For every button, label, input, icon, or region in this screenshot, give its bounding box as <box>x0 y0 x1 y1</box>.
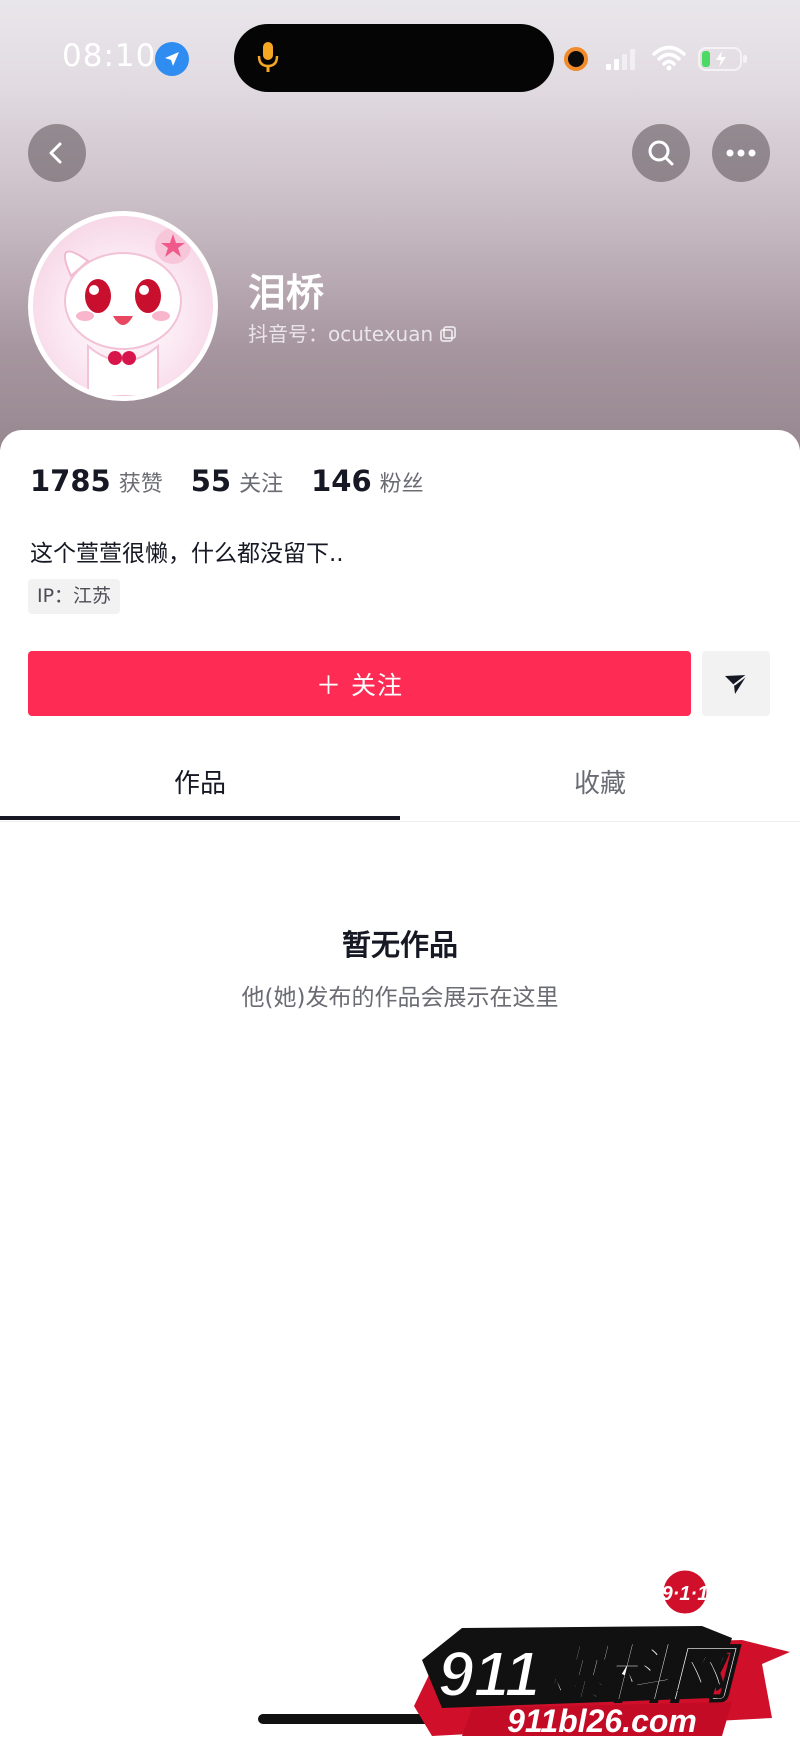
stat-likes[interactable]: 1785 获赞 <box>30 464 163 498</box>
profile-name: 泪桥 <box>248 271 325 315</box>
stat-following[interactable]: 55 关注 <box>191 464 283 498</box>
wifi-icon <box>652 44 686 72</box>
signal-icon <box>604 46 640 72</box>
tab-favorites[interactable]: 收藏 <box>400 752 800 822</box>
stat-likes-label: 获赞 <box>118 472 163 497</box>
profile-id-label: 抖音号： <box>248 322 328 346</box>
stat-followers-label: 粉丝 <box>379 472 424 497</box>
battery-icon <box>698 46 750 72</box>
more-dots-icon <box>726 149 756 157</box>
location-arrow-icon <box>155 42 189 76</box>
stat-likes-count: 1785 <box>30 464 111 498</box>
share-button[interactable] <box>702 651 770 716</box>
follow-button-label: ＋ 关注 <box>316 670 403 700</box>
status-time: 08:10 <box>62 38 157 74</box>
profile-card <box>0 430 800 1738</box>
chevron-left-icon <box>49 142 62 164</box>
ip-location-tag: IP：江苏 <box>28 579 121 614</box>
stat-following-count: 55 <box>190 464 232 498</box>
watermark-logo: 9·1·1 911爆料网 911bl26.com <box>402 1567 794 1739</box>
search-button[interactable] <box>632 124 690 182</box>
search-icon <box>648 140 674 166</box>
dynamic-island <box>234 24 554 92</box>
empty-state-subtitle: 他(她)发布的作品会展示在这里 <box>241 985 559 1011</box>
stat-followers-count: 146 <box>311 464 372 498</box>
copy-icon[interactable] <box>439 324 457 348</box>
stat-following-label: 关注 <box>239 472 284 497</box>
watermark-brand-text: 911爆料网 <box>438 1638 741 1710</box>
profile-bio: 这个萱萱很懒，什么都没留下.. <box>30 541 344 567</box>
active-tab-indicator <box>0 816 400 820</box>
follow-button[interactable]: ＋ 关注 <box>28 651 691 716</box>
recording-indicator-icon <box>564 47 588 71</box>
content-tabs: 作品 收藏 <box>0 752 800 822</box>
send-arrow-icon <box>725 673 748 694</box>
profile-id-value: ocutexuan <box>328 322 434 346</box>
empty-state-title: 暂无作品 <box>341 928 458 962</box>
profile-id-line: 抖音号：ocutexuan <box>248 318 457 348</box>
stat-followers[interactable]: 146 粉丝 <box>311 464 424 498</box>
watermark-url-text: 911bl26.com <box>507 1703 697 1738</box>
back-button[interactable] <box>28 124 86 182</box>
watermark-badge-text: 9·1·1 <box>662 1583 709 1605</box>
status-bar: 08:10 <box>0 0 800 110</box>
avatar[interactable] <box>28 211 218 401</box>
tab-works[interactable]: 作品 <box>0 752 400 822</box>
microphone-icon <box>254 40 282 76</box>
profile-stats: 1785 获赞 55 关注 146 粉丝 <box>30 464 452 498</box>
more-options-button[interactable] <box>712 124 770 182</box>
